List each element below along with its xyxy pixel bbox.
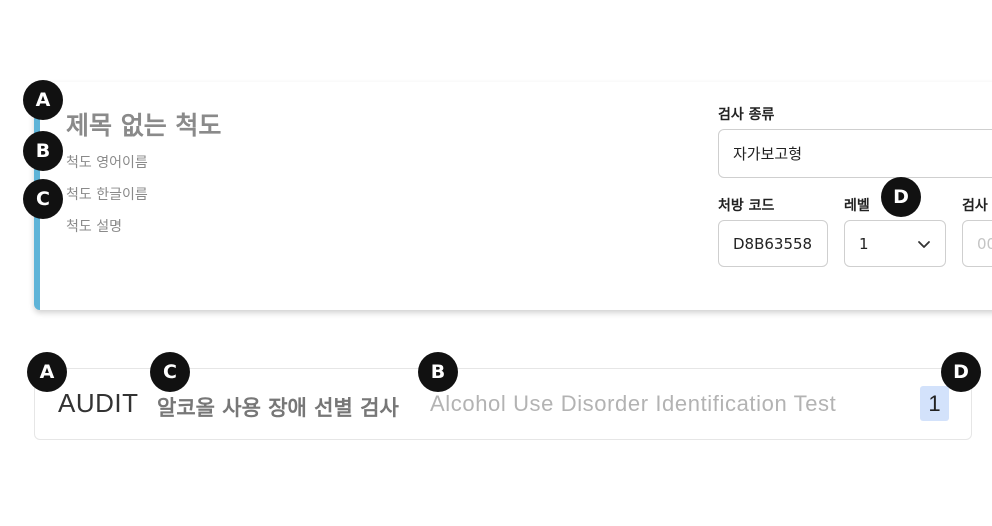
prescription-code-label: 처방 코드 bbox=[718, 198, 775, 214]
prescription-code-field[interactable]: D8B63558 bbox=[718, 220, 828, 267]
annotation-badge-a: A bbox=[23, 80, 63, 120]
scale-korean-name-field[interactable]: 척도 한글이름 bbox=[66, 184, 148, 204]
partial-field-label: 검사 bbox=[962, 198, 988, 214]
example-level-badge: 1 bbox=[920, 386, 949, 421]
scale-english-name-field[interactable]: 척도 영어이름 bbox=[66, 152, 148, 172]
partial-field-placeholder: 00 bbox=[977, 234, 992, 253]
test-type-field[interactable]: 자가보고형 bbox=[718, 129, 992, 178]
test-type-value: 자가보고형 bbox=[733, 145, 803, 163]
annotation-badge-c: C bbox=[23, 179, 63, 219]
prescription-code-value: D8B63558 bbox=[733, 234, 813, 253]
level-label: 레벨 bbox=[844, 198, 870, 214]
example-abbreviation: AUDIT bbox=[58, 388, 139, 418]
annotation-badge-b: B bbox=[23, 131, 63, 171]
annotation-badge-b-example: B bbox=[418, 352, 458, 392]
annotation-badge-d-example: D bbox=[941, 352, 981, 392]
scale-title-field[interactable]: 제목 없는 척도 bbox=[66, 106, 221, 142]
level-select[interactable]: 1 bbox=[844, 220, 946, 267]
annotation-badge-c-example: C bbox=[150, 352, 190, 392]
example-korean-name: 알코올 사용 장애 선별 검사 bbox=[157, 396, 399, 420]
level-select-value: 1 bbox=[859, 234, 869, 253]
annotation-badge-a-example: A bbox=[27, 352, 67, 392]
chevron-down-icon bbox=[918, 240, 930, 248]
scale-description-field[interactable]: 척도 설명 bbox=[66, 216, 122, 236]
example-english-name: Alcohol Use Disorder Identification Test bbox=[430, 391, 837, 416]
test-type-label: 검사 종류 bbox=[718, 107, 775, 123]
annotation-badge-d: D bbox=[881, 177, 921, 217]
partial-field-input[interactable]: 00 bbox=[962, 220, 992, 267]
